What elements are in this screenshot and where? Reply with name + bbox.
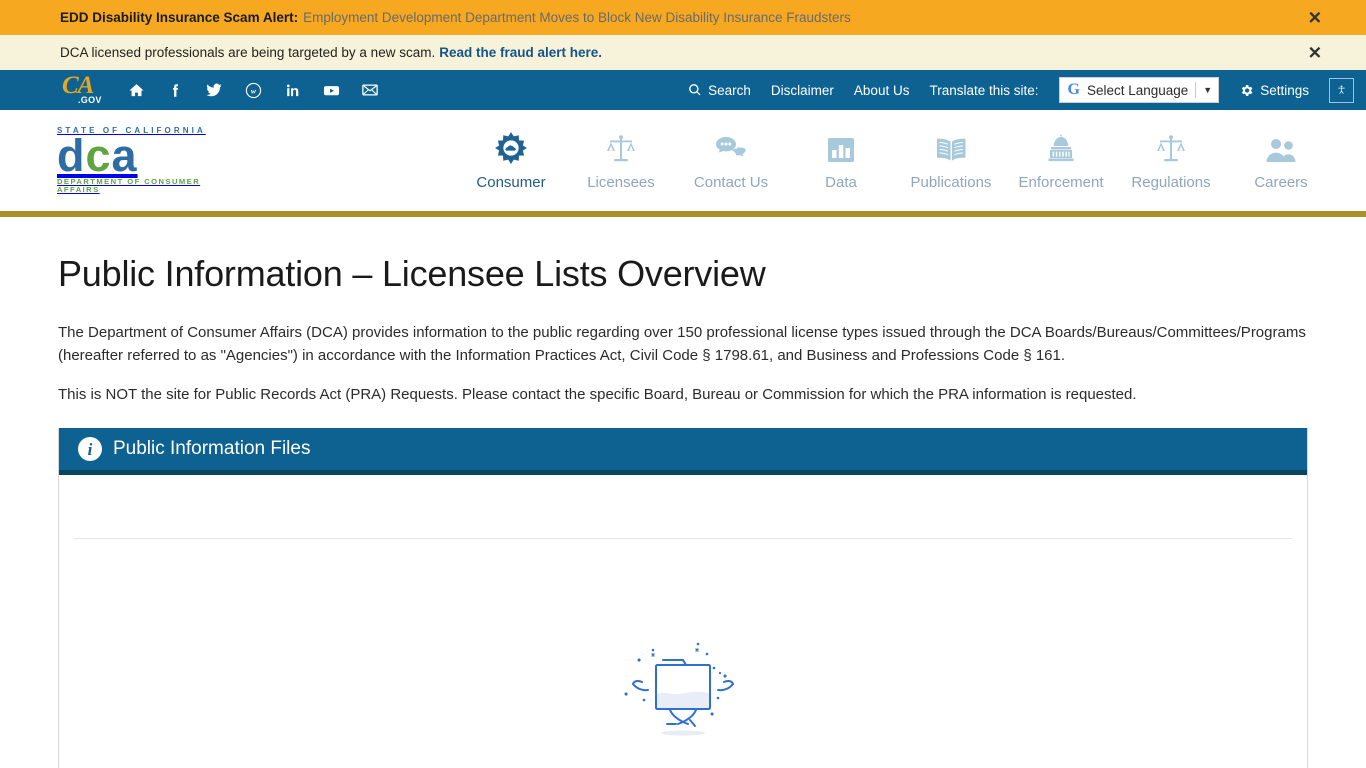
nav-item-data[interactable]: Data xyxy=(786,131,896,191)
capitol-dome-icon xyxy=(1046,131,1076,165)
utility-bar-right: Search Disclaimer About Us Translate thi… xyxy=(688,77,1354,103)
intro-paragraph-2: This is NOT the site for Public Records … xyxy=(58,386,1137,403)
settings-link[interactable]: Settings xyxy=(1239,83,1309,98)
nav-label-careers: Careers xyxy=(1254,173,1308,191)
nav-item-enforcement[interactable]: Enforcement xyxy=(1006,131,1116,191)
nav-label-enforcement: Enforcement xyxy=(1018,173,1104,191)
info-circle-icon: i xyxy=(78,437,102,461)
about-us-link[interactable]: About Us xyxy=(854,83,910,98)
animated-folder-icon xyxy=(624,642,735,736)
google-translate-select[interactable]: G Select Language ▼ xyxy=(1058,77,1220,103)
wordpress-icon[interactable]: w xyxy=(243,80,263,100)
social-links: w xyxy=(126,80,380,100)
ca-gov-logo[interactable]: CA .GOV xyxy=(62,73,110,105)
dca-logo[interactable]: STATE OF CALIFORNIA d c a DEPARTMENT OF … xyxy=(57,127,209,193)
nav-label-data: Data xyxy=(825,173,857,191)
translate-label: Translate this site: xyxy=(929,82,1039,98)
panel-header: i Public Information Files xyxy=(59,428,1307,475)
public-information-files-panel: i Public Information Files xyxy=(58,428,1308,768)
panel-body xyxy=(59,538,1307,768)
alert-edd-link[interactable]: Employment Development Department Moves … xyxy=(303,10,851,25)
dca-logo-letter-a: a xyxy=(111,130,138,182)
alert-edd-lead: EDD Disability Insurance Scam Alert: xyxy=(60,10,299,25)
dca-logo-letter-c: c xyxy=(85,130,112,182)
home-icon[interactable] xyxy=(126,80,146,100)
state-seal-bear-icon xyxy=(494,131,528,165)
dca-logo-letter-d: d xyxy=(57,130,86,182)
nav-item-publications[interactable]: Publications xyxy=(896,131,1006,191)
speech-bubbles-icon xyxy=(714,131,748,165)
open-book-icon xyxy=(934,131,968,165)
chevron-down-icon: ▼ xyxy=(1203,85,1213,95)
nav-label-licensees: Licensees xyxy=(587,173,655,191)
alert-bar-dca: DCA licensed professionals are being tar… xyxy=(0,35,1366,70)
search-icon xyxy=(689,84,701,96)
twitter-icon[interactable] xyxy=(204,80,224,100)
svg-text:w: w xyxy=(250,86,256,95)
scales-of-justice-icon xyxy=(605,131,637,165)
translate-selected-value: Select Language xyxy=(1086,82,1189,98)
nav-item-regulations[interactable]: Regulations xyxy=(1116,131,1226,191)
bar-chart-icon xyxy=(826,131,856,165)
page-content: Public Information – Licensee Lists Over… xyxy=(0,253,1366,768)
alert-dca-link[interactable]: Read the fraud alert here. xyxy=(439,45,602,60)
email-icon[interactable] xyxy=(360,80,380,100)
loading-state xyxy=(74,539,1292,736)
nav-item-careers[interactable]: Careers xyxy=(1226,131,1336,191)
panel-title: Public Information Files xyxy=(113,438,311,459)
gear-icon xyxy=(1242,84,1253,96)
youtube-icon[interactable] xyxy=(321,80,341,100)
nav-item-consumer[interactable]: Consumer xyxy=(456,131,566,191)
alert-dca-close-button[interactable]: ✕ xyxy=(1308,44,1322,61)
nav-label-regulations: Regulations xyxy=(1131,173,1211,191)
nav-label-contact-us: Contact Us xyxy=(693,173,769,191)
alert-dca-text: DCA licensed professionals are being tar… xyxy=(60,45,436,60)
accessibility-icon[interactable] xyxy=(1329,77,1354,103)
utility-bar: CA .GOV w Search Disclaimer About Us Tra… xyxy=(0,70,1366,110)
main-navigation: Consumer Licensees Contact Us Data Publi xyxy=(456,131,1336,191)
two-people-icon xyxy=(1264,131,1298,165)
page-title: Public Information – Licensee Lists Over… xyxy=(58,253,766,294)
dca-logo-wordmark: d c a xyxy=(57,130,209,182)
alert-edd-close-button[interactable]: ✕ xyxy=(1308,9,1322,26)
translate-separator xyxy=(1195,82,1197,98)
dca-logo-department: DEPARTMENT OF CONSUMER AFFAIRS xyxy=(57,177,201,194)
nav-item-contact-us[interactable]: Contact Us xyxy=(676,131,786,191)
search-label: Search xyxy=(708,82,751,98)
facebook-icon[interactable] xyxy=(165,80,185,100)
settings-label: Settings xyxy=(1260,82,1309,98)
intro-paragraph-1: The Department of Consumer Affairs (DCA)… xyxy=(58,324,1306,364)
nav-label-consumer: Consumer xyxy=(476,173,546,191)
alert-bar-edd: EDD Disability Insurance Scam Alert: Emp… xyxy=(0,0,1366,35)
search-link[interactable]: Search xyxy=(688,83,751,98)
google-icon: G xyxy=(1067,81,1080,98)
nav-item-licensees[interactable]: Licensees xyxy=(566,131,676,191)
gold-divider xyxy=(0,211,1366,217)
scales-of-justice-icon xyxy=(1155,131,1187,165)
masthead: STATE OF CALIFORNIA d c a DEPARTMENT OF … xyxy=(0,110,1366,211)
nav-label-publications: Publications xyxy=(910,173,992,191)
disclaimer-link[interactable]: Disclaimer xyxy=(771,83,834,98)
linkedin-icon[interactable] xyxy=(282,80,302,100)
ca-gov-logo-suffix: .GOV xyxy=(78,95,102,105)
